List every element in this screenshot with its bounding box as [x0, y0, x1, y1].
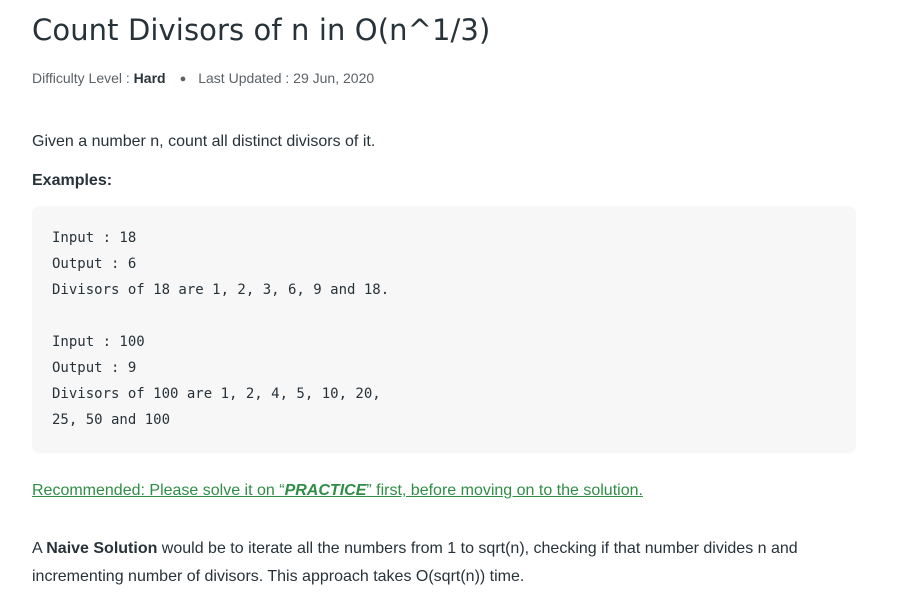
- recommended-prefix: Recommended: Please solve it on “: [32, 482, 285, 499]
- intro-text: Given a number n, count all distinct div…: [32, 133, 376, 150]
- code-line: Divisors of 100 are 1, 2, 4, 5, 10, 20,: [52, 386, 381, 402]
- code-block: Input : 18 Output : 6 Divisors of 18 are…: [32, 206, 856, 453]
- naive-solution-paragraph: A Naive Solution would be to iterate all…: [32, 535, 862, 591]
- last-updated: Last Updated : 29 Jun, 2020: [198, 70, 375, 86]
- article-meta: Difficulty Level : Hard ● Last Updated : 2…: [32, 70, 374, 86]
- difficulty-value[interactable]: Hard: [134, 70, 166, 86]
- code-line: 25, 50 and 100: [52, 412, 171, 428]
- recommended-suffix: ” first, before moving on to the solutio…: [366, 482, 643, 499]
- difficulty-label: Difficulty Level :: [32, 70, 134, 86]
- practice-link-text: PRACTICE: [284, 482, 367, 499]
- separator-dot-icon: ●: [179, 73, 187, 85]
- code-line: Output : 9: [52, 360, 137, 376]
- code-line: Output : 6: [52, 256, 137, 272]
- naive-solution-term: Naive Solution: [46, 540, 158, 557]
- code-line: Input : 18: [52, 230, 137, 246]
- para-lead: A: [32, 540, 47, 557]
- page-title: Count Divisors of n in O(n^1/3): [32, 13, 491, 47]
- code-line: Input : 100: [52, 334, 145, 350]
- examples-heading: Examples:: [32, 172, 113, 189]
- code-line: Divisors of 18 are 1, 2, 3, 6, 9 and 18.: [52, 282, 390, 298]
- recommended-practice-link[interactable]: Recommended: Please solve it on “PRACTIC…: [32, 482, 643, 500]
